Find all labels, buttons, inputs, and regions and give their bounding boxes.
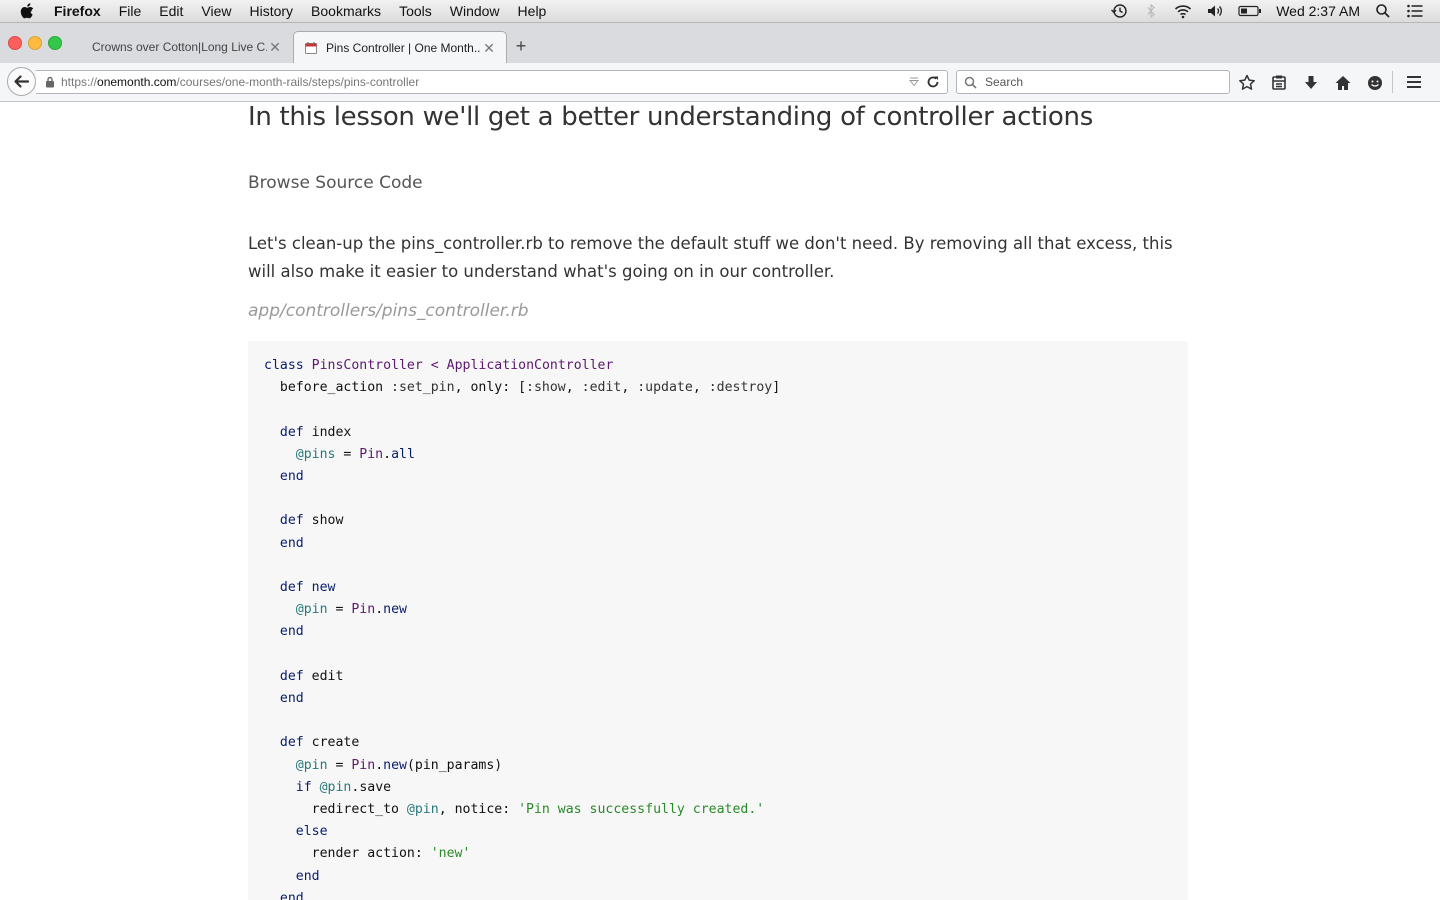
window-minimize-button[interactable] (28, 36, 42, 50)
status-icons: Wed 2:37 AM (1096, 0, 1424, 22)
url-history-dropdown-icon[interactable] (909, 76, 919, 88)
menu-view[interactable]: View (201, 3, 231, 19)
menu-tools[interactable]: Tools (399, 3, 432, 19)
search-icon (964, 76, 977, 89)
reload-icon[interactable] (926, 75, 940, 89)
macos-menubar: Firefox File Edit View History Bookmarks… (0, 0, 1440, 23)
apple-menu-icon[interactable] (20, 3, 34, 19)
tab-crowns-over-cotton[interactable]: Crowns over Cotton|Long Live C... ✕ (80, 31, 292, 63)
lesson-title: In this lesson we'll get a better unders… (248, 102, 1093, 132)
code-block: class PinsController < ApplicationContro… (248, 341, 1188, 900)
tab-pins-controller[interactable]: Pins Controller | One Month... ✕ (293, 31, 507, 64)
tab-title: Pins Controller | One Month... (326, 41, 481, 55)
wifi-icon[interactable] (1174, 3, 1192, 19)
back-button[interactable] (7, 67, 36, 96)
menu-help[interactable]: Help (518, 3, 547, 19)
bookmark-star-icon[interactable] (1238, 74, 1256, 92)
browse-source-code-link[interactable]: Browse Source Code (248, 173, 423, 193)
tab-strip: Crowns over Cotton|Long Live C... ✕ Pins… (0, 23, 1440, 64)
menu-bookmarks[interactable]: Bookmarks (311, 3, 381, 19)
page-content: In this lesson we'll get a better unders… (0, 102, 1440, 900)
reading-list-icon[interactable] (1270, 74, 1288, 92)
back-arrow-icon (14, 75, 30, 88)
home-icon[interactable] (1334, 74, 1352, 92)
hamburger-menu-icon[interactable] (1405, 73, 1423, 91)
url-prefix: https:// (61, 75, 98, 89)
lesson-paragraph: Let's clean-up the pins_controller.rb to… (248, 234, 1173, 281)
tab-close-icon[interactable]: ✕ (481, 40, 497, 57)
code-file-path: app/controllers/pins_controller.rb (248, 301, 529, 321)
spotlight-icon[interactable] (1374, 3, 1392, 19)
menu-file[interactable]: File (119, 3, 142, 19)
menu-app-name[interactable]: Firefox (54, 3, 101, 19)
menubar-clock[interactable]: Wed 2:37 AM (1276, 3, 1360, 19)
bluetooth-icon[interactable] (1142, 3, 1160, 19)
tab-title: Crowns over Cotton|Long Live C... (92, 40, 267, 54)
page-favicon-icon (305, 42, 317, 54)
hello-chat-icon[interactable] (1366, 74, 1384, 92)
url-domain: onemonth.com (97, 75, 177, 89)
new-tab-plus-icon[interactable]: + (512, 37, 530, 55)
menu-history[interactable]: History (249, 3, 293, 19)
lock-icon[interactable] (45, 76, 55, 88)
toolbar-buttons (1238, 73, 1398, 93)
downloads-icon[interactable] (1302, 74, 1320, 92)
toolbar-separator (1392, 71, 1393, 93)
url-text[interactable]: https://onemonth.com/courses/one-month-r… (61, 75, 419, 89)
volume-icon[interactable] (1206, 3, 1224, 19)
url-path: /courses/one-month-rails/steps/pins-cont… (176, 75, 420, 89)
menu-edit[interactable]: Edit (159, 3, 183, 19)
search-placeholder: Search (985, 75, 1024, 89)
url-bar[interactable]: https://onemonth.com/courses/one-month-r… (36, 70, 948, 94)
code-listing: class PinsController < ApplicationContro… (264, 358, 781, 900)
menu-window[interactable]: Window (450, 3, 500, 19)
search-bar[interactable]: Search (956, 70, 1230, 94)
window-zoom-button[interactable] (48, 36, 62, 50)
tab-close-icon[interactable]: ✕ (267, 39, 283, 56)
navigation-toolbar: https://onemonth.com/courses/one-month-r… (0, 63, 1440, 102)
battery-icon[interactable] (1238, 3, 1262, 19)
notification-center-icon[interactable] (1406, 3, 1424, 19)
time-machine-icon[interactable] (1110, 3, 1128, 19)
window-close-button[interactable] (8, 36, 22, 50)
